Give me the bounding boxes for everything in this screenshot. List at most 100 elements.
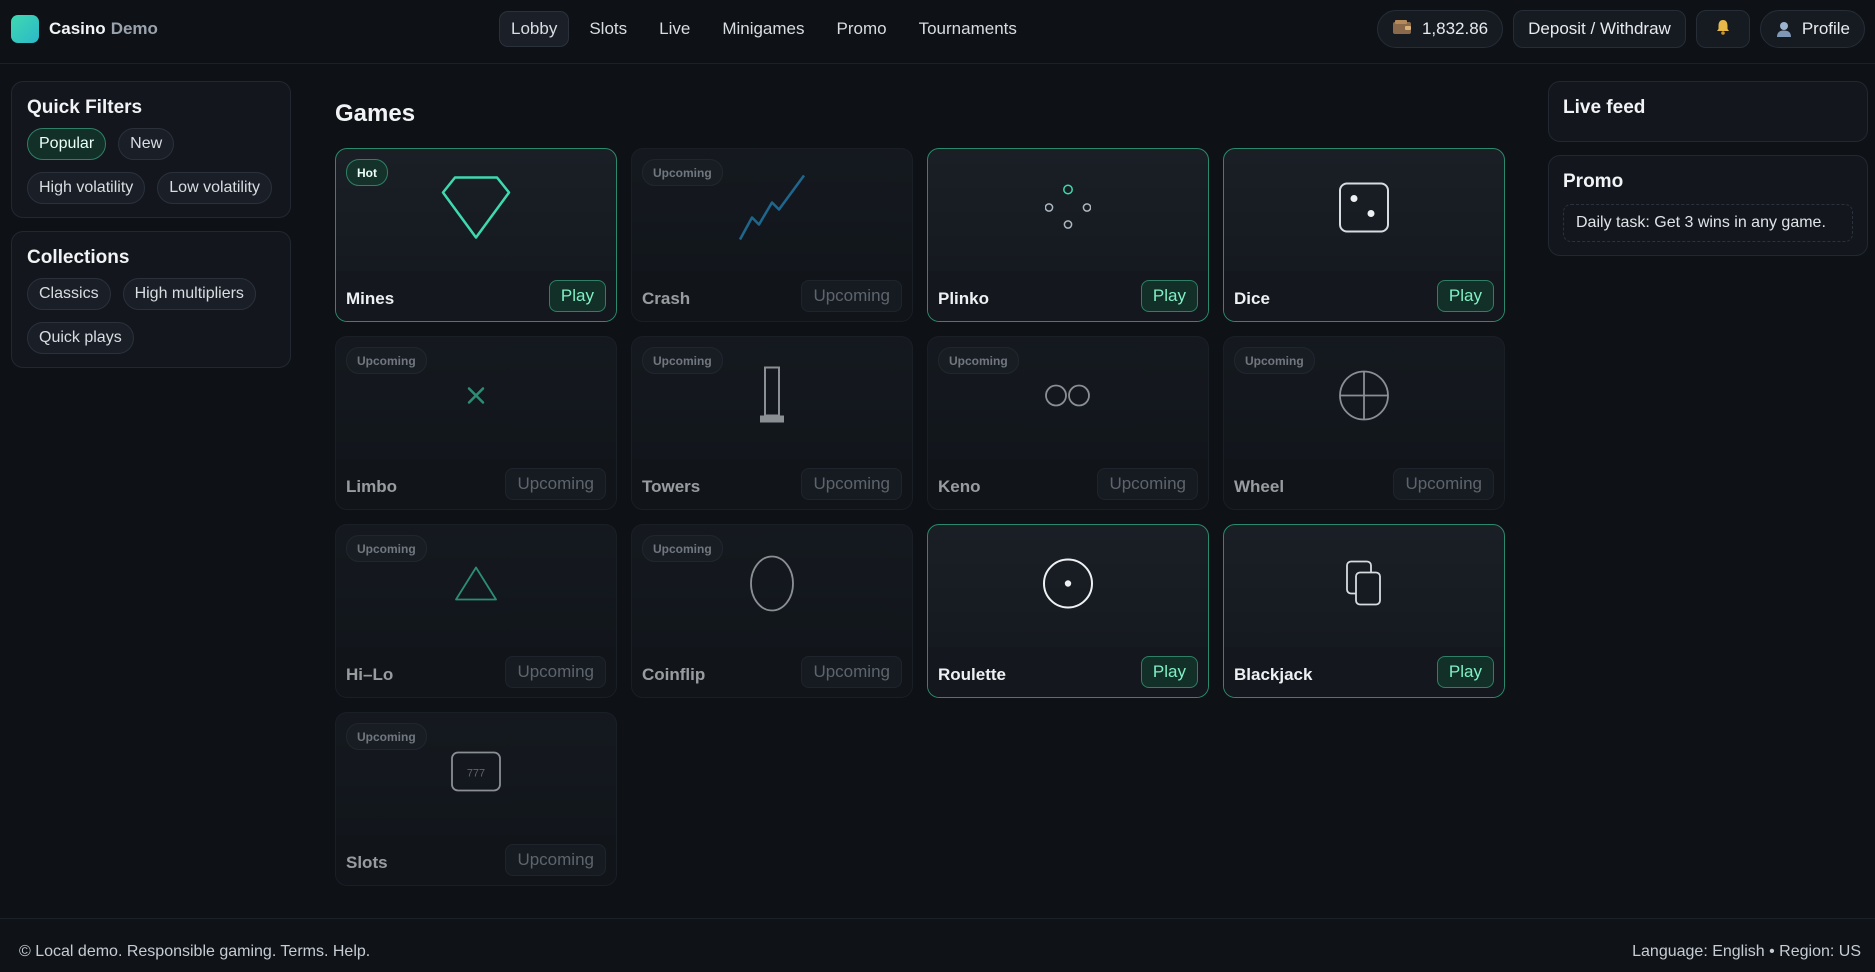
play-button[interactable]: Play: [548, 280, 606, 312]
game-name: Plinko: [938, 289, 990, 308]
nav-live[interactable]: Live: [647, 11, 702, 47]
deposit-withdraw-button[interactable]: Deposit / Withdraw: [1513, 10, 1686, 48]
collection-quick-plays[interactable]: Quick plays: [27, 322, 134, 354]
upcoming-badge: Upcoming: [642, 159, 723, 186]
game-name: Keno: [938, 477, 981, 496]
footer-locale[interactable]: Language: English • Region: US: [1632, 943, 1861, 961]
game-card-dice[interactable]: Dice Play: [1223, 148, 1505, 322]
game-card-hi-lo[interactable]: Upcoming Hi–Lo Upcoming: [335, 524, 617, 698]
upcoming-badge: Upcoming: [346, 347, 427, 374]
quick-filters-title: Quick Filters: [27, 97, 143, 118]
cards-icon: [1344, 559, 1384, 614]
brand-name: Casino: [49, 19, 106, 38]
upcoming-button[interactable]: Upcoming: [801, 280, 902, 312]
promo-title: Promo: [1563, 171, 1624, 192]
upcoming-button[interactable]: Upcoming: [1097, 468, 1198, 500]
play-button[interactable]: Play: [1436, 656, 1494, 688]
game-name: Dice: [1234, 289, 1270, 308]
upcoming-badge: Upcoming: [1234, 347, 1315, 374]
game-name: Towers: [642, 477, 701, 496]
nav-slots[interactable]: Slots: [577, 11, 639, 47]
wallet-icon: [1392, 19, 1412, 40]
filter-new[interactable]: New: [118, 128, 175, 160]
footer-links[interactable]: © Local demo. Responsible gaming. Terms.…: [19, 943, 370, 961]
upcoming-badge: Upcoming: [642, 535, 723, 562]
coin-icon: [749, 555, 795, 618]
quick-filters-panel: Quick Filters Popular New High volatilit…: [11, 81, 291, 218]
brand-logo-icon: [11, 15, 39, 43]
collections-panel: Collections Classics High multipliers Qu…: [11, 231, 291, 368]
upcoming-badge: Upcoming: [938, 347, 1019, 374]
upcoming-badge: Upcoming: [346, 535, 427, 562]
nav-tournaments[interactable]: Tournaments: [907, 11, 1029, 47]
filter-high-volatility[interactable]: High volatility: [27, 172, 146, 204]
wheel-icon: [1337, 369, 1391, 428]
game-card-limbo[interactable]: Upcoming Limbo Upcoming: [335, 336, 617, 510]
live-feed-panel: Live feed: [1548, 81, 1868, 142]
triangle-icon: [453, 565, 499, 608]
game-card-coinflip[interactable]: Upcoming Coinflip Upcoming: [631, 524, 913, 698]
slot-machine-text: 777: [467, 768, 485, 780]
game-name: Blackjack: [1234, 665, 1313, 684]
games-title: Games: [335, 100, 416, 127]
game-card-wheel[interactable]: Upcoming Wheel Upcoming: [1223, 336, 1505, 510]
brand[interactable]: Casino Demo: [11, 15, 158, 43]
game-name: Hi–Lo: [346, 665, 394, 684]
balance-button[interactable]: 1,832.86: [1376, 10, 1504, 48]
tower-icon: [757, 366, 787, 431]
game-card-keno[interactable]: Upcoming Keno Upcoming: [927, 336, 1209, 510]
profile-label: Profile: [1801, 19, 1850, 38]
game-card-slots[interactable]: Upcoming 777 Slots Upcoming: [335, 712, 617, 886]
upcoming-badge: Upcoming: [642, 347, 723, 374]
game-name: Coinflip: [642, 665, 706, 684]
game-card-blackjack[interactable]: Blackjack Play: [1223, 524, 1505, 698]
play-button[interactable]: Play: [1140, 280, 1198, 312]
promo-daily-task[interactable]: Daily task: Get 3 wins in any game.: [1563, 204, 1853, 242]
upcoming-button[interactable]: Upcoming: [505, 844, 606, 876]
game-card-plinko[interactable]: Plinko Play: [927, 148, 1209, 322]
filter-popular[interactable]: Popular: [27, 128, 107, 160]
plinko-pegs-icon: [1044, 184, 1092, 236]
play-button[interactable]: Play: [1140, 656, 1198, 688]
multiply-icon: [466, 386, 486, 411]
upcoming-button[interactable]: Upcoming: [1393, 468, 1494, 500]
user-icon: [1775, 20, 1793, 38]
footer: © Local demo. Responsible gaming. Terms.…: [0, 918, 1875, 972]
play-button[interactable]: Play: [1436, 280, 1494, 312]
nav-lobby[interactable]: Lobby: [499, 11, 570, 47]
top-bar: Casino Demo Lobby Slots Live Minigames P…: [0, 0, 1875, 64]
live-feed-title: Live feed: [1563, 97, 1646, 118]
game-name: Wheel: [1234, 477, 1285, 496]
roulette-icon: [1041, 557, 1095, 616]
game-card-towers[interactable]: Upcoming Towers Upcoming: [631, 336, 913, 510]
upcoming-button[interactable]: Upcoming: [801, 656, 902, 688]
game-card-roulette[interactable]: Roulette Play: [927, 524, 1209, 698]
keno-balls-icon: [1044, 384, 1092, 413]
profile-button[interactable]: Profile: [1759, 10, 1865, 48]
nav-minigames[interactable]: Minigames: [710, 11, 816, 47]
dice-icon: [1338, 182, 1390, 239]
collections-title: Collections: [27, 247, 130, 268]
notifications-button[interactable]: [1695, 10, 1750, 48]
upcoming-button[interactable]: Upcoming: [801, 468, 902, 500]
slot-machine-icon: 777: [450, 751, 502, 798]
header-actions: 1,832.86 Deposit / Withdraw Profile: [1376, 10, 1865, 48]
game-card-mines[interactable]: Hot Mines Play: [335, 148, 617, 322]
upcoming-button[interactable]: Upcoming: [505, 468, 606, 500]
game-name: Mines: [346, 289, 395, 308]
hot-badge: Hot: [346, 159, 388, 186]
upcoming-button[interactable]: Upcoming: [505, 656, 606, 688]
game-card-crash[interactable]: Upcoming Crash Upcoming: [631, 148, 913, 322]
chart-line-icon: [737, 173, 807, 248]
main-nav: Lobby Slots Live Minigames Promo Tournam…: [499, 11, 1029, 47]
balance-amount: 1,832.86: [1421, 19, 1489, 38]
diamond-icon: [441, 175, 511, 246]
upcoming-badge: Upcoming: [346, 723, 427, 750]
game-name: Slots: [346, 853, 388, 872]
game-name: Limbo: [346, 477, 397, 496]
nav-promo[interactable]: Promo: [825, 11, 899, 47]
collection-high-multipliers[interactable]: High multipliers: [122, 278, 256, 310]
collection-classics[interactable]: Classics: [27, 278, 111, 310]
filter-low-volatility[interactable]: Low volatility: [157, 172, 272, 204]
promo-panel: Promo Daily task: Get 3 wins in any game…: [1548, 155, 1868, 256]
